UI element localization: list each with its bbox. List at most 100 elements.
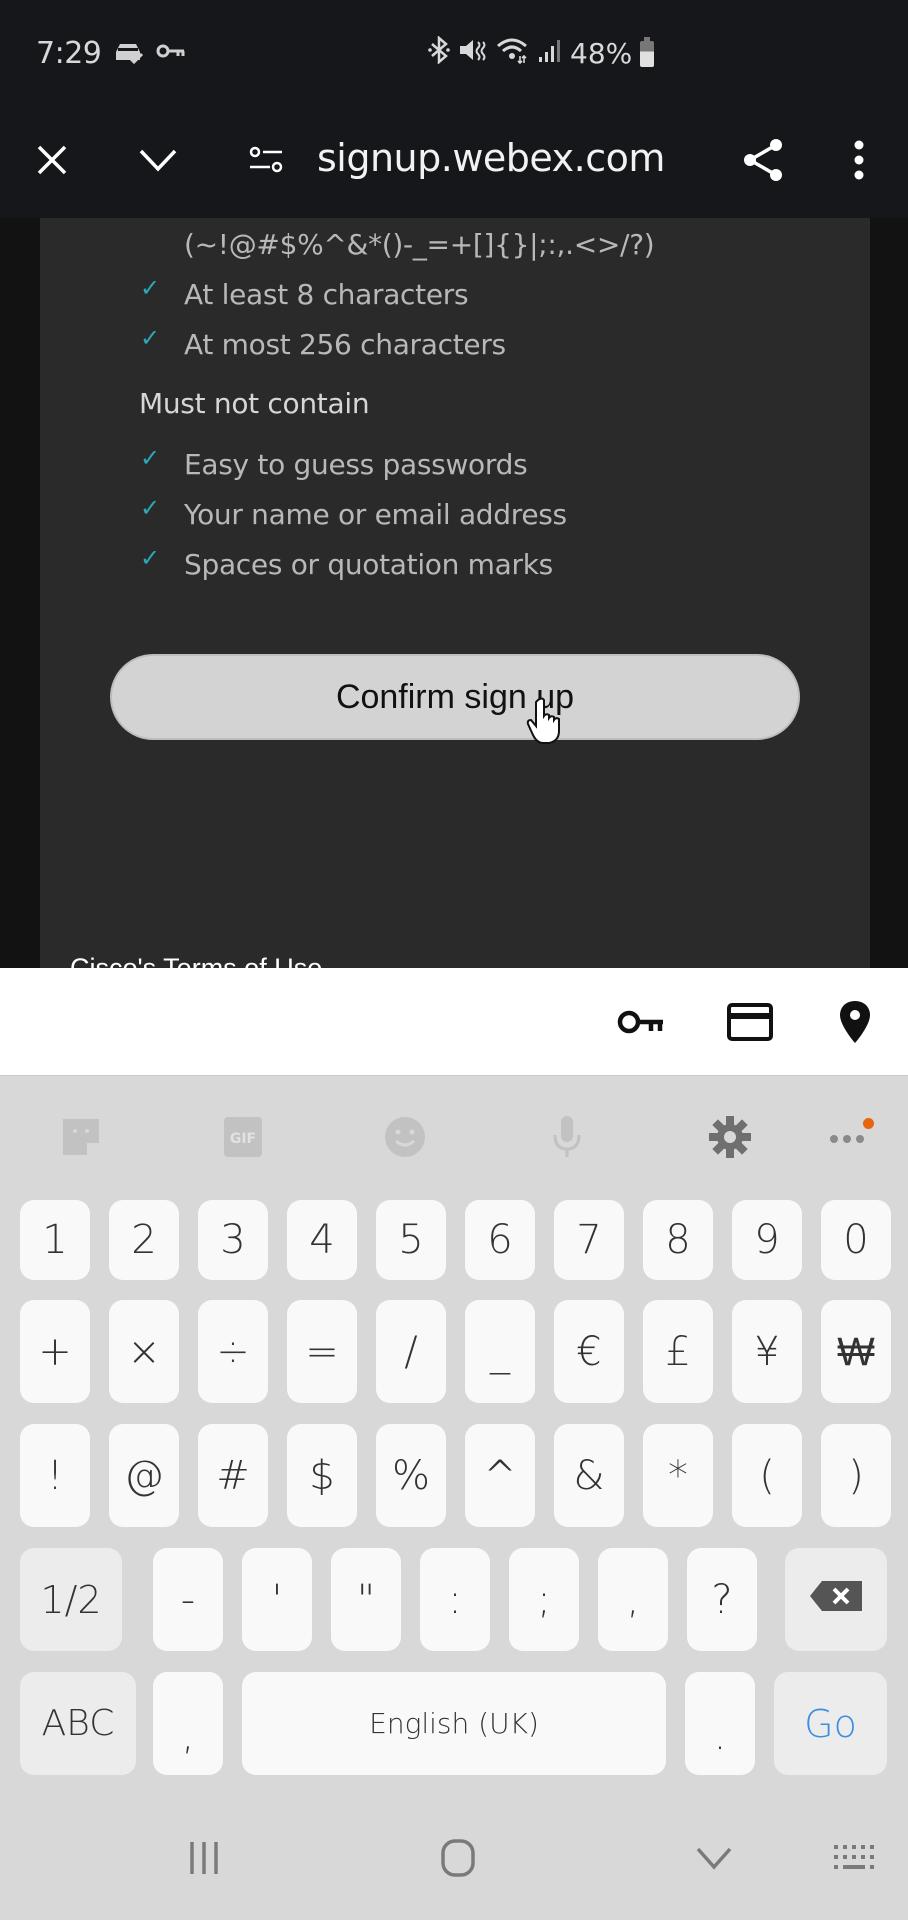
abc-key[interactable]: ABC: [20, 1672, 136, 1775]
notification-dot: [863, 1118, 874, 1129]
key-row2-3[interactable]: =: [287, 1300, 357, 1403]
key-row2-7[interactable]: £: [643, 1300, 713, 1403]
recent-apps-button[interactable]: [174, 1830, 234, 1890]
key-row1-9[interactable]: 0: [821, 1200, 891, 1280]
key-row2-4-label: /: [404, 1328, 418, 1375]
payment-methods-button[interactable]: [722, 996, 778, 1052]
switch-keyboard-button[interactable]: [824, 1830, 884, 1890]
symbol-page-toggle-key[interactable]: 1/2: [20, 1548, 122, 1651]
key-row1-7[interactable]: 8: [643, 1200, 713, 1280]
gif-button[interactable]: GIF: [216, 1112, 270, 1166]
home-icon: [438, 1838, 478, 1883]
key-row4-1-label: ': [271, 1576, 283, 1623]
key-row1-3[interactable]: 4: [287, 1200, 357, 1280]
key-row2-0-label: +: [38, 1328, 72, 1375]
key-row3-6[interactable]: &: [554, 1424, 624, 1527]
url-display[interactable]: signup.webex.com: [317, 136, 665, 180]
key-row4-4[interactable]: ;: [509, 1548, 579, 1651]
key-row1-8[interactable]: 9: [732, 1200, 802, 1280]
keyboard-settings-button[interactable]: [703, 1112, 757, 1166]
key-row1-1[interactable]: 2: [109, 1200, 179, 1280]
go-key-label: Go: [804, 1701, 857, 1746]
close-icon: [35, 143, 69, 182]
go-key[interactable]: Go: [774, 1672, 887, 1775]
key-row4-5[interactable]: ,: [598, 1548, 668, 1651]
key-row2-5-label: _: [490, 1328, 510, 1375]
terms-of-use-link[interactable]: Cisco's Terms of Use: [70, 953, 322, 968]
key-row3-9[interactable]: ): [821, 1424, 891, 1527]
key-row4-3[interactable]: :: [420, 1548, 490, 1651]
key-row2-5[interactable]: _: [465, 1300, 535, 1403]
share-button[interactable]: [733, 132, 793, 192]
keyboard-more-button[interactable]: [820, 1112, 874, 1166]
key-row3-7-label: *: [668, 1452, 688, 1499]
check-icon: ✓: [140, 544, 160, 572]
key-row4-6[interactable]: ?: [687, 1548, 757, 1651]
key-row3-1[interactable]: @: [109, 1424, 179, 1527]
key-row2-6[interactable]: €: [554, 1300, 624, 1403]
key-row3-2-label: #: [216, 1452, 250, 1499]
key-row3-6-label: &: [573, 1452, 605, 1499]
period-key[interactable]: .: [685, 1672, 755, 1775]
key-row2-0[interactable]: +: [20, 1300, 90, 1403]
home-button[interactable]: [428, 1830, 488, 1890]
key-row3-8[interactable]: (: [732, 1424, 802, 1527]
sticker-button[interactable]: [54, 1112, 108, 1166]
navigation-bar: [0, 1800, 908, 1920]
key-row1-6-label: 7: [576, 1217, 602, 1263]
key-row4-1[interactable]: ': [242, 1548, 312, 1651]
hand-pointer-cursor-icon: [526, 696, 566, 746]
emoji-button[interactable]: [378, 1112, 432, 1166]
tune-icon: [248, 145, 284, 180]
keyboard-toolbar: GIF: [0, 1076, 908, 1198]
key-row3-2[interactable]: #: [198, 1424, 268, 1527]
hide-keyboard-button[interactable]: [684, 1830, 744, 1890]
voice-input-button[interactable]: [540, 1112, 594, 1166]
key-row3-5[interactable]: ^: [465, 1424, 535, 1527]
rule-item-detail: (~!@#$%^&*()-_=+[]{}|;:,.<>/?): [184, 228, 655, 261]
more-options-button[interactable]: [829, 132, 889, 192]
comma-key[interactable]: ,: [153, 1672, 223, 1775]
key-row1-6[interactable]: 7: [554, 1200, 624, 1280]
key-row4-2[interactable]: ": [331, 1548, 401, 1651]
key-row1-8-label: 9: [754, 1217, 780, 1263]
site-settings-button[interactable]: [236, 132, 296, 192]
key-row4-0[interactable]: -: [153, 1548, 223, 1651]
key-row1-9-label: 0: [843, 1217, 869, 1263]
sticker-icon: [59, 1115, 103, 1164]
vpn-key-icon: [156, 40, 186, 68]
check-icon: ✓: [140, 494, 160, 522]
addresses-button[interactable]: [827, 996, 883, 1052]
microphone-icon: [551, 1115, 583, 1164]
comma-key-label: ,: [181, 1712, 195, 1759]
key-row1-5[interactable]: 6: [465, 1200, 535, 1280]
passwords-button[interactable]: [614, 996, 670, 1052]
key-row2-9[interactable]: ₩: [821, 1300, 891, 1403]
key-row1-0[interactable]: 1: [20, 1200, 90, 1280]
key-row3-7[interactable]: *: [643, 1424, 713, 1527]
key-row1-4[interactable]: 5: [376, 1200, 446, 1280]
car-mode-icon: [112, 40, 146, 73]
key-row3-3[interactable]: $: [287, 1424, 357, 1527]
close-tab-button[interactable]: [22, 132, 82, 192]
more-horiz-icon: [828, 1130, 866, 1149]
minimize-button[interactable]: [128, 132, 188, 192]
key-row2-1-label: ×: [127, 1328, 161, 1375]
key-row4-4-label: ;: [537, 1576, 551, 1623]
key-row1-3-label: 4: [309, 1217, 335, 1263]
key-row4-6-label: ?: [711, 1576, 733, 1623]
key-row3-4[interactable]: %: [376, 1424, 446, 1527]
key-row4-3-label: :: [448, 1576, 462, 1623]
key-row3-0[interactable]: !: [20, 1424, 90, 1527]
key-row2-7-label: £: [665, 1328, 691, 1375]
key-row1-2[interactable]: 3: [198, 1200, 268, 1280]
key-icon: [617, 1007, 667, 1042]
confirm-sign-up-button[interactable]: Confirm sign up: [110, 654, 800, 740]
key-row2-2[interactable]: ÷: [198, 1300, 268, 1403]
key-row2-4[interactable]: /: [376, 1300, 446, 1403]
key-row2-2-label: ÷: [216, 1328, 250, 1375]
space-key[interactable]: English (UK): [242, 1672, 666, 1775]
key-row2-8[interactable]: ¥: [732, 1300, 802, 1403]
key-row2-1[interactable]: ×: [109, 1300, 179, 1403]
backspace-key[interactable]: [785, 1548, 887, 1651]
